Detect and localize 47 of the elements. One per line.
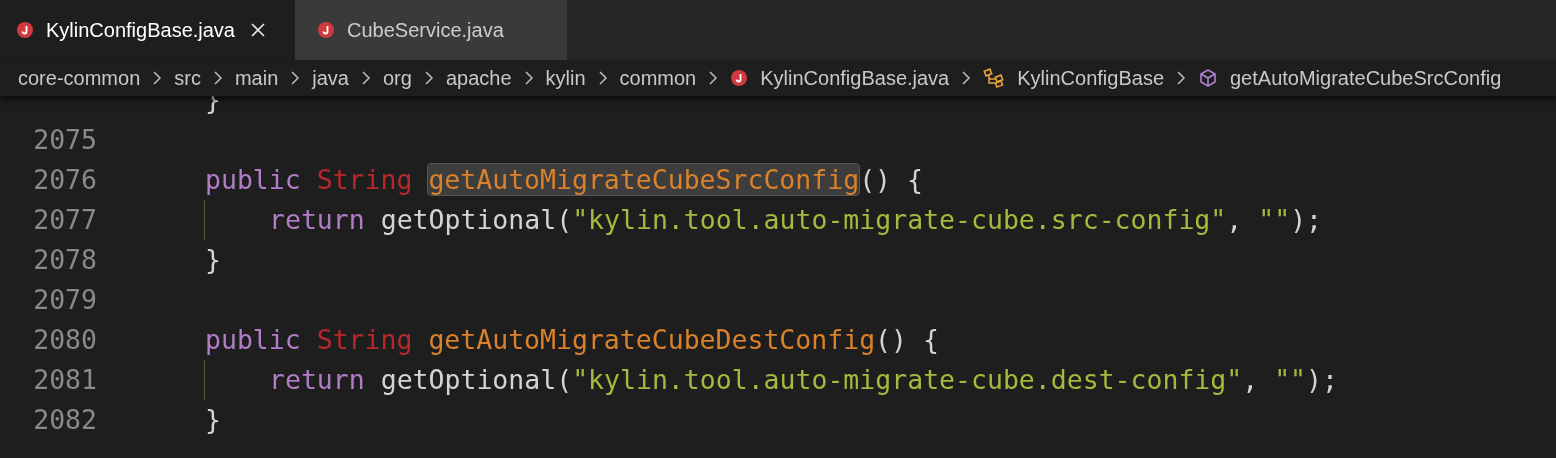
chevron-right-icon xyxy=(708,70,719,86)
chevron-right-icon xyxy=(597,70,608,86)
line-number: 2080 xyxy=(32,323,97,358)
line-number: 2075 xyxy=(32,123,97,158)
breadcrumb-item[interactable]: apache xyxy=(445,63,512,93)
breadcrumb-item[interactable]: KylinConfigBase xyxy=(1017,63,1164,93)
chevron-right-icon xyxy=(212,70,223,86)
line-number: 2079 xyxy=(32,283,97,318)
breadcrumb-item[interactable]: common xyxy=(619,63,697,93)
class-structure-icon xyxy=(983,68,1006,88)
indent-guide xyxy=(204,360,205,400)
code-line: return getOptional("kylin.tool.auto-migrate-cube.dest-config", ""); xyxy=(269,363,1338,398)
tab-label: KylinConfigBase.java xyxy=(46,18,235,43)
breadcrumb-item[interactable]: KylinConfigBase.java xyxy=(760,63,950,93)
code-line: } xyxy=(205,243,221,278)
code-line: return getOptional("kylin.tool.auto-migrate-cube.src-config", ""); xyxy=(269,203,1323,238)
breadcrumb-item[interactable]: kylin xyxy=(545,63,586,93)
line-number: 2081 xyxy=(32,363,97,398)
cube-icon xyxy=(1198,68,1218,88)
chevron-right-icon xyxy=(152,70,163,86)
indent-guide xyxy=(204,200,205,240)
editor-tab[interactable]: KylinConfigBase.java xyxy=(0,0,295,60)
code-line: } xyxy=(205,403,221,438)
breadcrumb-item[interactable]: src xyxy=(174,63,201,93)
line-number: 2076 xyxy=(32,163,97,198)
tab-label: CubeService.java xyxy=(347,18,504,43)
breadcrumb-item[interactable]: main xyxy=(234,63,279,93)
breadcrumb-item[interactable]: getAutoMigrateCubeSrcConfig xyxy=(1230,63,1502,93)
chevron-right-icon xyxy=(423,70,434,86)
chevron-right-icon xyxy=(361,70,371,86)
editor-tab[interactable]: CubeService.java xyxy=(295,0,567,60)
line-number: 2082 xyxy=(32,403,97,438)
chevron-right-icon xyxy=(1176,70,1186,86)
breadcrumb-item[interactable]: java xyxy=(312,63,349,93)
line-number: 2077 xyxy=(32,203,97,238)
chevron-right-icon xyxy=(290,70,301,86)
code-line: public String getAutoMigrateCubeDestConfig() { xyxy=(205,323,939,358)
java-file-icon xyxy=(317,21,335,39)
chevron-right-icon xyxy=(523,70,534,86)
breadcrumb-item[interactable]: core-common xyxy=(18,63,141,93)
line-number: 2078 xyxy=(32,243,97,278)
java-file-icon xyxy=(16,21,34,39)
java-file-icon xyxy=(730,69,749,87)
breadcrumb-item[interactable]: org xyxy=(383,63,412,93)
code-line: public String getAutoMigrateCubeSrcConfig() { xyxy=(205,163,923,198)
chevron-right-icon xyxy=(961,70,972,86)
close-icon[interactable] xyxy=(251,23,265,37)
